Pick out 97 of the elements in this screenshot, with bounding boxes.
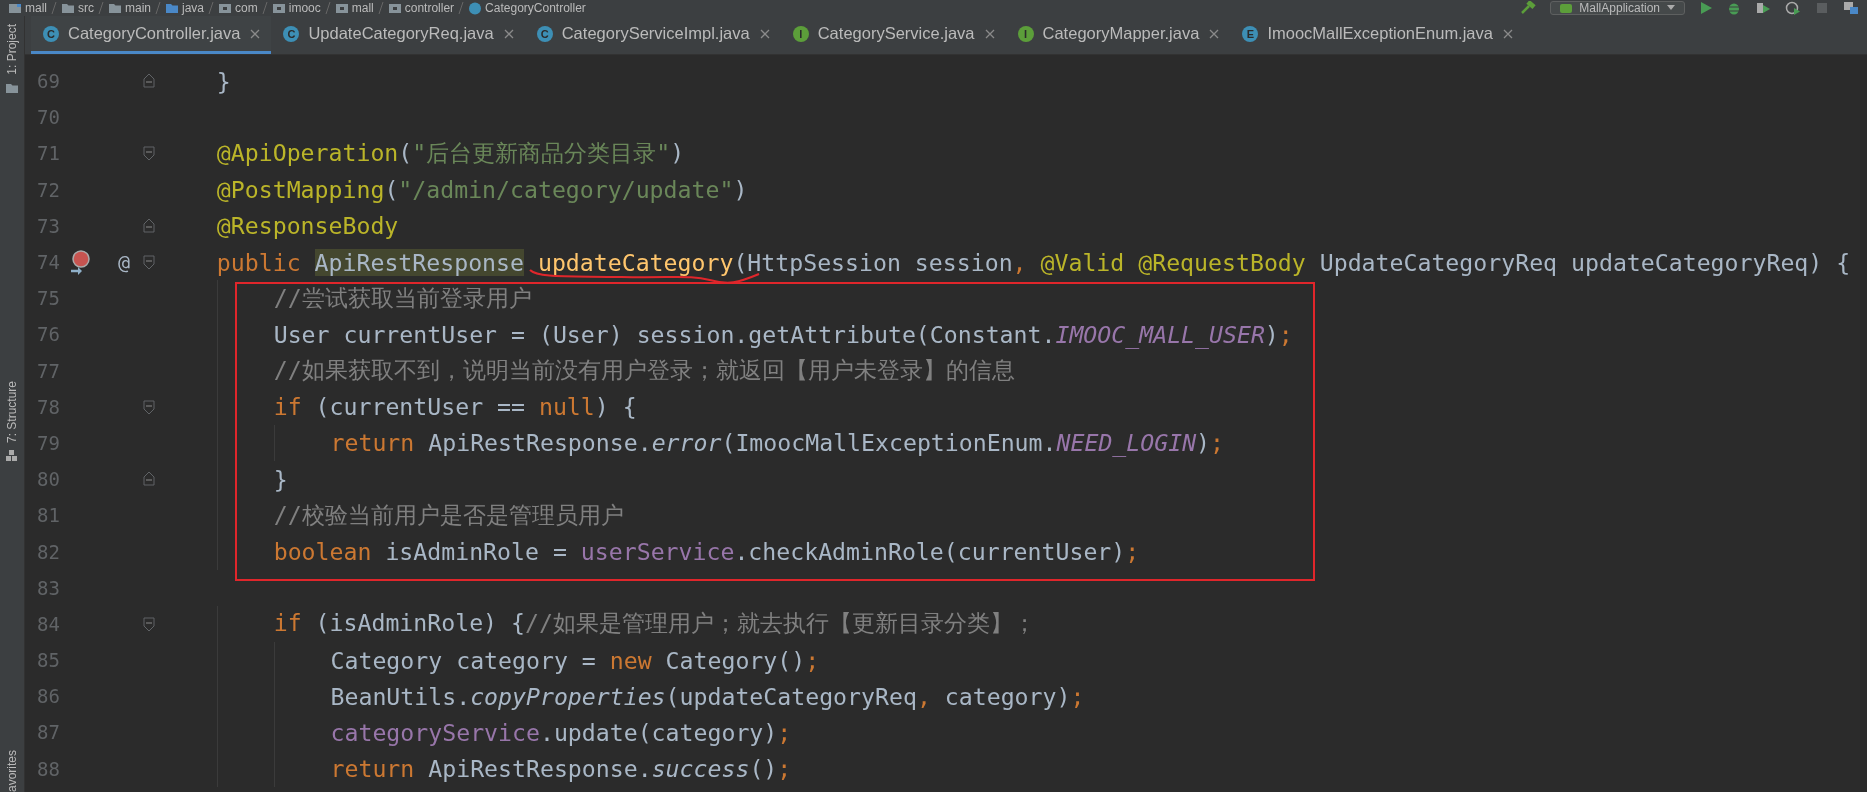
line-number: 79 <box>36 431 60 454</box>
breadcrumb-item[interactable]: mall <box>351 1 374 15</box>
fold-marker-icon[interactable] <box>143 399 155 414</box>
application-icon <box>1559 2 1574 14</box>
debug-icon[interactable] <box>1727 1 1741 15</box>
line-number: 86 <box>36 685 60 708</box>
file-type-badge: C <box>536 25 553 42</box>
line-number: 87 <box>36 721 60 744</box>
code-line: @ApiOperation("后台更新商品分类目录") <box>216 137 685 168</box>
class-icon <box>468 1 483 15</box>
separator-icon <box>377 1 384 15</box>
line-number: 83 <box>36 576 60 599</box>
code-line: if (currentUser == null) { <box>273 393 637 421</box>
fold-marker-icon[interactable] <box>143 255 155 270</box>
file-type-badge: I <box>792 25 809 42</box>
fold-marker-icon[interactable] <box>143 74 155 89</box>
editor-tab[interactable]: C CategoryController.java <box>31 16 272 54</box>
line-number: 74 <box>36 251 60 274</box>
project-structure-icon[interactable] <box>1843 1 1859 15</box>
separator-icon <box>208 1 215 15</box>
breadcrumb-item[interactable]: controller <box>404 1 455 15</box>
run-configuration-dropdown[interactable]: MallApplication <box>1550 1 1685 15</box>
line-number: 69 <box>36 70 60 93</box>
profile-icon[interactable] <box>1785 1 1801 15</box>
structure-icon <box>5 449 19 464</box>
fold-marker-icon[interactable] <box>143 472 155 487</box>
line-number: 75 <box>36 287 60 310</box>
fold-marker-icon[interactable] <box>143 218 155 233</box>
code-line: } <box>216 67 231 95</box>
code-line: Category category = new Category(); <box>330 646 820 674</box>
code-line: if (isAdminRole) {//如果是管理用户；就去执行【更新目录分类】； <box>273 608 1036 639</box>
caret-icon <box>1666 4 1676 12</box>
file-type-badge: C <box>283 25 300 42</box>
code-line: //尝试获取当前登录用户 <box>273 282 532 313</box>
file-type-badge: I <box>1017 25 1034 42</box>
code-line: //如果获取不到，说明当前没有用户登录；就返回【用户未登录】的信息 <box>273 355 1015 386</box>
gutter-marker[interactable]: @ <box>117 250 130 275</box>
line-number: 77 <box>36 359 60 382</box>
breadcrumb-item[interactable]: java <box>182 1 205 15</box>
editor-tab[interactable]: C CategoryServiceImpl.java <box>524 16 781 54</box>
separator-icon <box>51 1 57 15</box>
breadcrumb-item[interactable]: src <box>78 1 94 15</box>
fold-marker-icon[interactable] <box>143 146 155 161</box>
line-number: 73 <box>36 214 60 237</box>
line-number: 71 <box>36 142 60 165</box>
file-type-badge: E <box>1242 25 1259 42</box>
separator-icon <box>98 1 104 15</box>
editor-tab[interactable]: I CategoryMapper.java <box>1005 16 1231 54</box>
code-line: @PostMapping("/admin/category/update") <box>216 176 748 204</box>
line-number: 81 <box>36 504 60 527</box>
breadcrumb-item[interactable]: CategoryController <box>485 1 586 15</box>
close-icon[interactable] <box>758 27 771 40</box>
close-icon[interactable] <box>983 27 996 40</box>
breadcrumb-item[interactable]: mall <box>25 1 47 15</box>
tool-window-tab[interactable]: avorites <box>5 750 19 792</box>
file-type-badge: C <box>43 25 59 42</box>
close-icon[interactable] <box>502 27 515 40</box>
line-number: 85 <box>36 649 60 672</box>
code-line: } <box>273 465 288 493</box>
line-number: 84 <box>36 612 60 635</box>
breadcrumb-item[interactable]: main <box>125 1 152 15</box>
close-icon[interactable] <box>249 27 262 40</box>
code-line: return ApiRestResponse.error(ImoocMallExceptionEnum.NEED_LOGIN); <box>330 429 1225 457</box>
line-number: 88 <box>36 757 60 780</box>
fold-marker-icon[interactable] <box>143 616 155 631</box>
editor-tab[interactable]: E ImoocMallExceptionEnum.java <box>1230 16 1524 54</box>
separator-icon <box>324 1 331 15</box>
editor-tab[interactable]: C UpdateCategoryReq.java <box>271 16 525 54</box>
separator-icon <box>155 1 162 15</box>
tool-window-tab[interactable]: 7: Structure <box>5 381 19 444</box>
override-method-icon <box>69 249 93 276</box>
tool-window-tab[interactable]: 1: Project <box>5 24 19 75</box>
line-number: 78 <box>36 395 60 418</box>
close-icon[interactable] <box>1502 27 1514 40</box>
line-number: 80 <box>36 468 60 491</box>
code-line: @ResponseBody <box>216 212 399 240</box>
code-line: public ApiRestResponse updateCategory(HttpSession session, @Valid @RequestBody UpdateCategoryReq updateCategoryReq) { <box>216 248 1851 276</box>
module-icon <box>8 1 22 15</box>
code-line: return ApiRestResponse.success(); <box>330 755 792 783</box>
line-number: 70 <box>36 106 60 129</box>
line-number: 76 <box>36 323 60 346</box>
breadcrumb-item[interactable]: imooc <box>288 1 321 15</box>
code-line: categoryService.update(category); <box>330 718 792 746</box>
hammer-icon[interactable] <box>1520 1 1537 15</box>
close-icon[interactable] <box>1208 27 1221 40</box>
separator-icon <box>458 1 465 15</box>
code-line: BeanUtils.copyProperties(updateCategoryReq, category); <box>330 682 1085 710</box>
code-line: //校验当前用户是否是管理员用户 <box>273 499 624 530</box>
code-line: boolean isAdminRole = userService.checkAdminRole(currentUser); <box>273 538 1140 566</box>
line-number: 72 <box>36 178 60 201</box>
code-line: User currentUser = (User) session.getAttribute(Constant.IMOOC_MALL_USER); <box>273 320 1293 348</box>
line-number: 82 <box>36 540 60 563</box>
breadcrumb-item[interactable]: com <box>235 1 258 15</box>
editor-tab[interactable]: I CategoryService.java <box>780 16 1006 54</box>
separator-icon <box>261 1 268 15</box>
coverage-icon[interactable] <box>1755 1 1771 15</box>
stop-icon[interactable] <box>1815 1 1829 15</box>
